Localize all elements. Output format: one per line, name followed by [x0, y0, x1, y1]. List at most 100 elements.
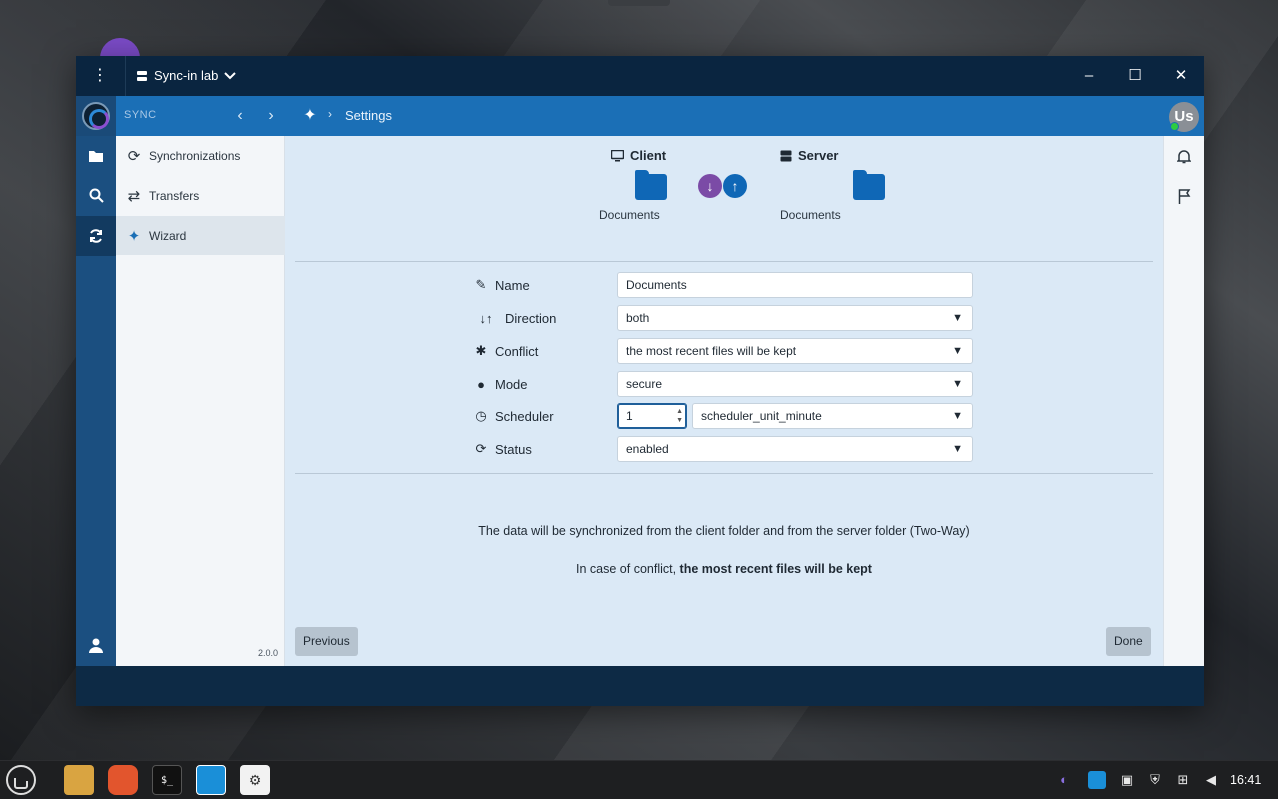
chevron-down-icon: ▼	[952, 378, 963, 390]
minimize-button[interactable]: –	[1078, 65, 1100, 87]
shield-tray-icon[interactable]: ⛨	[1146, 771, 1164, 789]
sidebar-item-label: Synchronizations	[149, 148, 241, 163]
sidebar-item-synchronizations[interactable]: ⟳ Synchronizations	[116, 136, 285, 175]
forward-button[interactable]: ›	[261, 105, 281, 127]
client-folder-name: Documents	[599, 208, 660, 222]
direction-label: ↓↑ Direction	[474, 305, 557, 331]
client-folder-icon	[635, 170, 667, 200]
tasks-button[interactable]	[1164, 176, 1204, 216]
search-rail-button[interactable]	[76, 176, 116, 216]
status-value: enabled	[626, 442, 669, 456]
server-icon	[137, 70, 147, 81]
sync-rail-button[interactable]	[76, 216, 116, 256]
name-label: ✎ Name	[474, 272, 530, 298]
notifications-button[interactable]	[1164, 136, 1204, 176]
section-label: SYNC	[124, 109, 157, 121]
direction-label-text: Direction	[505, 310, 557, 326]
wand-icon: ✦	[127, 227, 141, 245]
divider	[295, 473, 1153, 474]
sidebar-item-label: Transfers	[149, 188, 200, 203]
wand-icon[interactable]: ✦	[299, 106, 321, 126]
conflict-label-text: Conflict	[495, 343, 539, 359]
chevron-down-icon: ▼	[952, 443, 963, 455]
menu-kebab-icon[interactable]: ⋮	[90, 66, 110, 86]
server-folder-icon	[853, 170, 885, 200]
sync-icon	[90, 229, 102, 243]
direction-select[interactable]: both ▼	[617, 305, 973, 331]
client-label: Client	[630, 148, 667, 163]
right-rail	[1163, 136, 1204, 666]
taskbar-clock[interactable]: 16:41	[1230, 773, 1261, 787]
download-direction-icon: ↓	[698, 174, 722, 198]
summary-direction: The data will be synchronized from the c…	[478, 524, 970, 538]
conflict-select[interactable]: the most recent files will be kept ▼	[617, 338, 973, 364]
icon-rail	[76, 136, 116, 666]
mint-logo-icon	[14, 778, 28, 790]
terminal-app-icon[interactable]: $_	[152, 765, 182, 795]
breadcrumb-separator: ›	[328, 107, 332, 121]
taskbar: $_ ⚙ ◐ ▣ ⛨ ⊞ ◀ 16:41	[0, 760, 1278, 799]
chevron-down-icon	[224, 71, 237, 79]
scheduler-label-text: Scheduler	[495, 408, 554, 424]
monitor-icon	[611, 149, 624, 161]
scheduler-unit-select[interactable]: scheduler_unit_minute ▼	[692, 403, 973, 429]
divider	[295, 261, 1153, 262]
direction-value: both	[626, 311, 650, 325]
scheduler-label: ◷ Scheduler	[474, 403, 554, 429]
sync-in-app-icon[interactable]	[196, 765, 226, 795]
window-titlebar: ⋮ Sync-in lab – ☐ ✕	[76, 56, 1204, 96]
logo-container[interactable]	[76, 96, 116, 136]
network-tray-icon[interactable]: ⊞	[1174, 771, 1192, 789]
account-rail-button[interactable]	[76, 626, 116, 666]
client-header: Client	[611, 148, 666, 163]
files-app-icon[interactable]	[64, 765, 94, 795]
globe-icon: ●	[477, 376, 485, 392]
clipboard-tray-icon[interactable]: ▣	[1118, 771, 1136, 789]
close-button[interactable]: ✕	[1170, 65, 1192, 87]
name-value: Documents	[626, 278, 687, 292]
summary-conflict: In case of conflict, the most recent fil…	[285, 562, 1163, 576]
summary-conflict-policy: the most recent files will be kept	[679, 562, 872, 576]
sync-icon: ⟳	[475, 441, 487, 456]
chevron-down-icon: ▼	[952, 312, 963, 324]
sync-tray-icon[interactable]: ◐	[1055, 771, 1073, 789]
files-rail-button[interactable]	[76, 136, 116, 176]
chevron-down-icon: ▼	[952, 410, 963, 422]
settings-app-icon[interactable]: ⚙	[240, 765, 270, 795]
status-select[interactable]: enabled ▼	[617, 436, 973, 462]
maximize-button[interactable]: ☐	[1124, 65, 1146, 87]
window-bottom-bar	[76, 666, 1204, 706]
done-button[interactable]: Done	[1106, 627, 1151, 656]
scheduler-number-input[interactable]: 1 ▲ ▼	[617, 403, 687, 429]
app-version: 2.0.0	[257, 648, 278, 658]
status-label-text: Status	[495, 441, 532, 457]
spinner-arrows-icon[interactable]: ▲ ▼	[676, 407, 683, 425]
summary-conflict-prefix: In case of conflict,	[576, 562, 680, 576]
volume-tray-icon[interactable]: ◀	[1202, 771, 1220, 789]
bug-icon: ✱	[475, 343, 487, 358]
mode-label: ● Mode	[474, 371, 527, 397]
conflict-label: ✱ Conflict	[474, 338, 539, 364]
search-icon	[89, 188, 104, 203]
bell-icon	[1176, 149, 1192, 163]
mode-select[interactable]: secure ▼	[617, 371, 973, 397]
arrows-up-down-icon: ↓↑	[479, 310, 493, 326]
server-selector[interactable]: Sync-in lab	[136, 68, 237, 83]
online-status-dot	[1170, 122, 1179, 131]
flag-icon	[1178, 188, 1190, 204]
mode-value: secure	[626, 377, 663, 391]
sync-icon: ⟳	[127, 147, 141, 165]
sync-in-tray-icon[interactable]	[1088, 771, 1106, 789]
firefox-app-icon[interactable]	[108, 765, 138, 795]
sidebar-item-wizard[interactable]: ✦ Wizard	[116, 216, 285, 255]
app-body: SYNC ‹ › ✦ › Settings Us ⟳ Synchronizati…	[76, 96, 1204, 666]
server-icon	[780, 150, 792, 161]
breadcrumb-settings[interactable]: Settings	[345, 108, 392, 123]
name-input[interactable]: Documents	[617, 272, 973, 298]
sidebar-item-transfers[interactable]: ⇄ Transfers	[116, 176, 285, 215]
back-button[interactable]: ‹	[230, 105, 250, 127]
scheduler-value: 1	[626, 409, 633, 423]
conflict-value: the most recent files will be kept	[626, 344, 797, 358]
previous-button[interactable]: Previous	[295, 627, 358, 656]
mint-menu-icon[interactable]	[6, 765, 36, 795]
